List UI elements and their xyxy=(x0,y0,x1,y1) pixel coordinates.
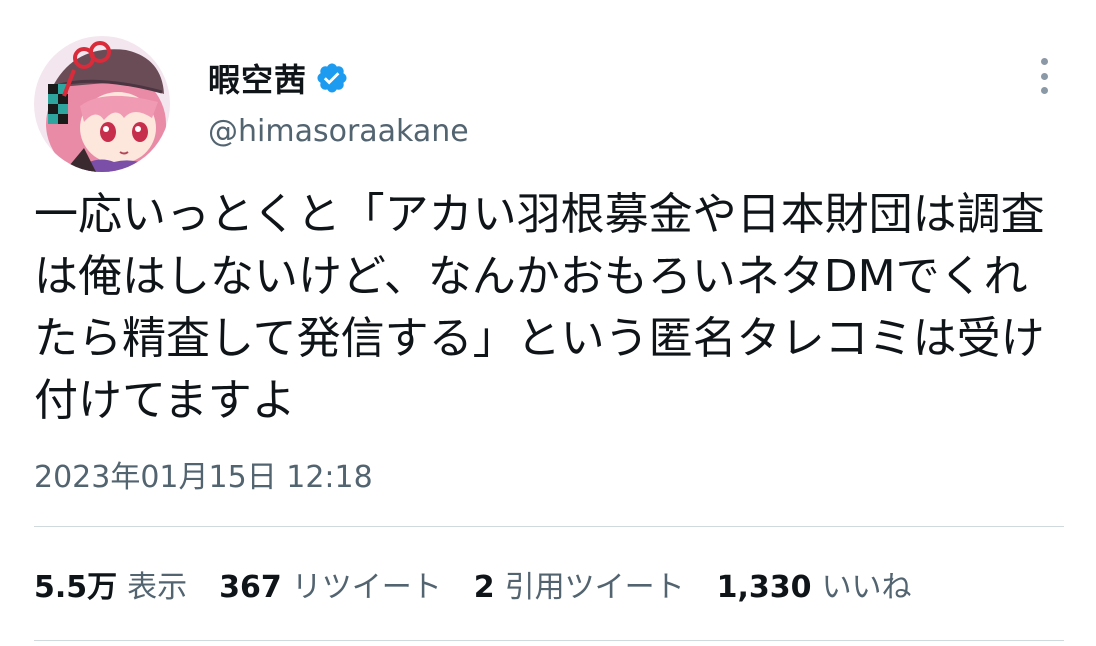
tweet-text: 一応いっとくと「アカい羽根募金や日本財団は調査は俺はしないけど、なんかおもろいネ… xyxy=(34,189,1045,426)
display-name[interactable]: 暇空茜 xyxy=(208,55,307,101)
stat-value: 5.5万 xyxy=(34,570,118,605)
tweet-stats: 5.5万 表示 367 リツイート 2 引用ツイート 1,330 いいね xyxy=(34,562,944,606)
stat-quote-tweets[interactable]: 2 引用ツイート xyxy=(474,562,685,606)
stat-likes[interactable]: 1,330 いいね xyxy=(717,562,912,606)
stat-retweets[interactable]: 367 リツイート xyxy=(219,562,442,606)
more-options-icon[interactable] xyxy=(1032,56,1056,96)
user-handle[interactable]: @himasoraakane xyxy=(208,114,469,149)
avatar[interactable] xyxy=(34,36,170,172)
stat-label: 引用ツイート xyxy=(504,570,685,605)
divider-top xyxy=(34,526,1064,527)
tweet-header: 暇空茜 @himasoraakane xyxy=(34,36,1064,176)
divider-bottom xyxy=(34,640,1064,641)
avatar-image xyxy=(34,36,170,172)
stat-value: 2 xyxy=(473,570,495,605)
stat-label: 表示 xyxy=(127,570,188,605)
stat-value: 1,330 xyxy=(716,570,812,605)
tweet-timestamp[interactable]: 2023年01月15日 12:18 xyxy=(34,452,373,496)
name-row: 暇空茜 xyxy=(208,56,349,100)
stat-label: リツイート xyxy=(291,570,442,605)
stat-value: 367 xyxy=(219,570,282,605)
stat-views[interactable]: 5.5万 表示 xyxy=(34,562,187,606)
stat-label: いいね xyxy=(821,570,912,605)
verified-badge-icon xyxy=(315,61,349,95)
